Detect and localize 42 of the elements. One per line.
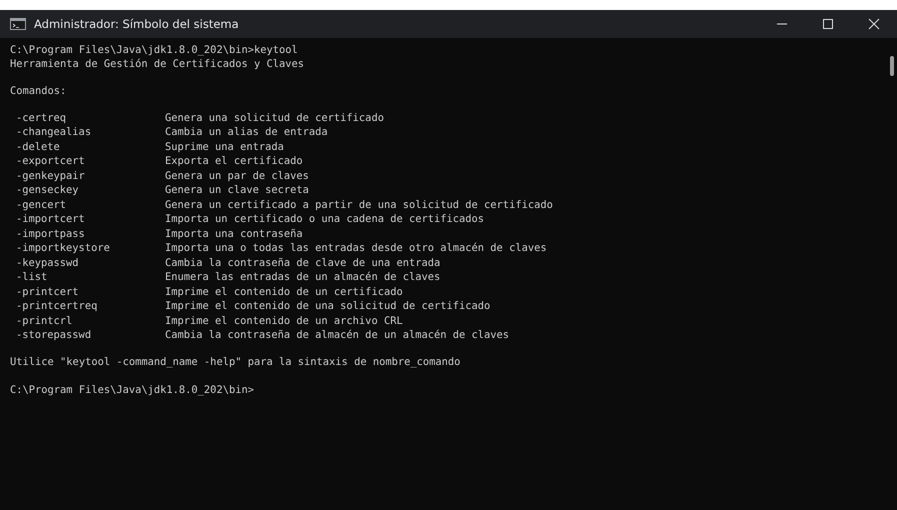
- command-name: -printcrl: [15, 314, 74, 328]
- commands-label: Comandos:: [10, 84, 68, 98]
- command-description: Cambia la contraseña de almacén de un almacén de claves: [165, 329, 510, 343]
- command-prompt: C:\Program Files\Java\jdk1.8.0_202\bin>: [10, 384, 255, 398]
- command-description: Enumera las entradas de un almacén de claves: [165, 271, 442, 285]
- scrollbar-thumb[interactable]: [890, 56, 894, 76]
- command-name: -importcert: [15, 213, 86, 227]
- command-name: -delete: [15, 140, 61, 155]
- command-name: -certreq: [15, 112, 68, 126]
- command-description: Genera un certificado a partir de una solicitud de certificado: [165, 198, 553, 212]
- close-icon: [868, 18, 880, 30]
- command-name: -changealias: [15, 126, 92, 140]
- command-name: -keypasswd: [15, 256, 80, 270]
- command-description: Cambia la contraseña de clave de una entrada: [165, 256, 442, 270]
- command-description: Imprime el contenido de un archivo CRL: [165, 314, 404, 328]
- command-description: Suprime una entrada: [165, 140, 285, 155]
- command-name: -genkeypair: [15, 170, 86, 184]
- command-name: -importpass: [15, 228, 86, 242]
- command-name: -genseckey: [15, 184, 80, 198]
- command-name: -list: [15, 271, 48, 285]
- command-name: -exportcert: [15, 155, 86, 170]
- command-description: Imprime el contenido de una solicitud de certificado: [165, 300, 492, 314]
- command-description: Importa un certificado o una cadena de certificados: [165, 213, 486, 227]
- output-heading: Herramienta de Gestión de Certificados y Claves: [10, 58, 306, 72]
- command-description: Genera una solicitud de certificado: [165, 112, 385, 126]
- usage-hint: Utilice "keytool -command_name -help" para la sintaxis de nombre_comando: [10, 356, 462, 370]
- command-name: -gencert: [15, 198, 68, 212]
- command-description: Genera un clave secreta: [165, 184, 310, 198]
- command-description: Imprime el contenido de un certificado: [165, 286, 404, 300]
- maximize-icon: [822, 18, 834, 30]
- command-line: C:\Program Files\Java\jdk1.8.0_202\bin>keytool: [10, 44, 299, 58]
- command-description: Genera un par de claves: [165, 170, 310, 184]
- command-name: -importkeystore: [15, 242, 111, 256]
- window-title: Administrador: Símbolo del sistema: [34, 17, 239, 31]
- command-name: -printcertreq: [15, 300, 98, 314]
- command-name: -printcert: [15, 286, 80, 300]
- command-description: Importa una o todas las entradas desde otro almacén de claves: [165, 242, 548, 256]
- command-description: Cambia un alias de entrada: [165, 126, 329, 140]
- command-description: Importa una contraseña: [165, 228, 304, 242]
- console-app-icon: [10, 18, 26, 30]
- command-description: Exporta el certificado: [165, 155, 304, 170]
- command-name: -storepasswd: [15, 329, 92, 343]
